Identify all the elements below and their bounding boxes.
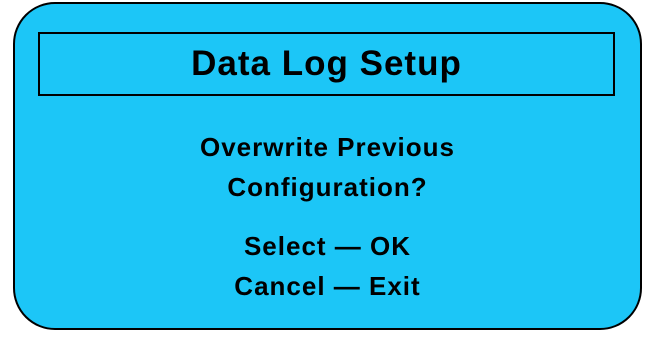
prompt-line-2: Configuration?: [227, 172, 428, 202]
select-ok-hint: Select — OK: [243, 231, 412, 261]
cancel-exit-hint: Cancel — Exit: [234, 271, 421, 301]
prompt-line-1: Overwrite Previous: [200, 132, 455, 162]
title-box: Data Log Setup: [38, 32, 615, 96]
device-screen: Data Log Setup Overwrite Previous Config…: [13, 2, 642, 330]
screen-title: Data Log Setup: [191, 44, 462, 83]
